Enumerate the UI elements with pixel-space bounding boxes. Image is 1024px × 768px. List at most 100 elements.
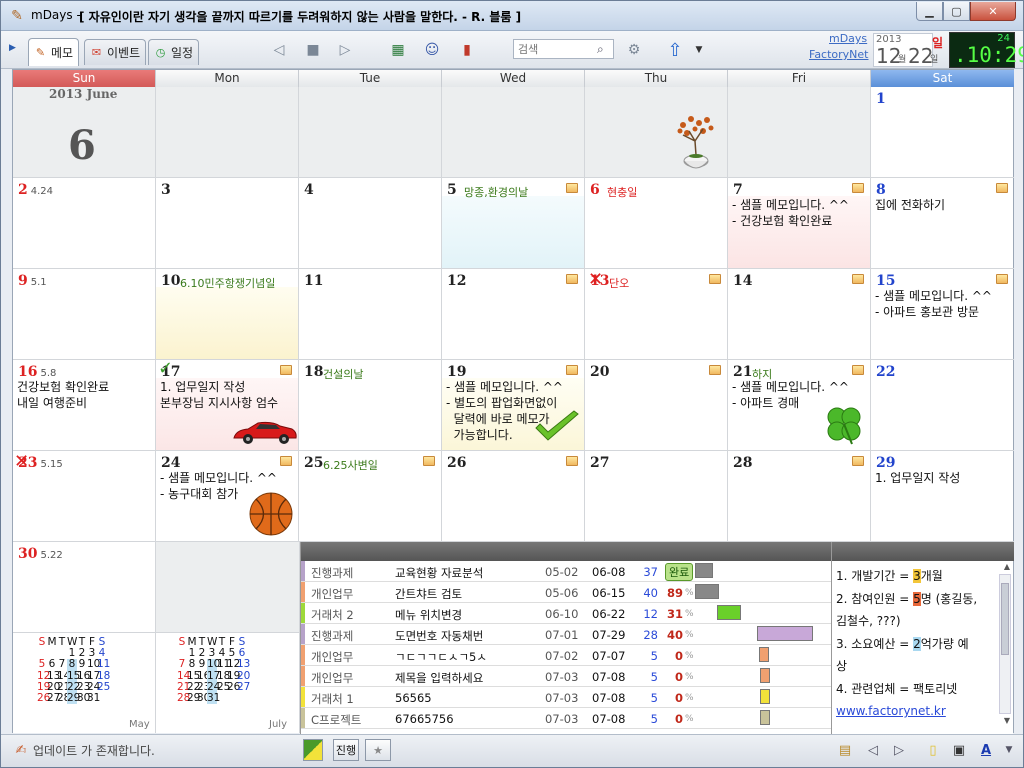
gantt-row[interactable]: 거래처 2 메뉴 위치변경 06-10 06-22 12% 31 <box>301 603 832 624</box>
day-cell[interactable]: 14 <box>728 269 871 360</box>
day-cell[interactable]: 15 - 샘플 메모입니다. ^^ - 아파트 홍보관 방문 <box>871 269 1014 360</box>
color-picker-button[interactable] <box>303 739 323 761</box>
new-note-icon[interactable]: ▯ <box>923 740 943 760</box>
mini-calendar-day[interactable]: 30 <box>197 692 210 704</box>
star-button[interactable]: ★ <box>365 739 391 761</box>
today-icon[interactable]: ■ <box>303 40 323 60</box>
tab-schedule[interactable]: ◷ 일정 <box>148 39 200 65</box>
prev-month-icon[interactable]: ◁ <box>269 40 289 60</box>
progress-filter-button[interactable]: 진행 <box>333 739 359 761</box>
day-cell[interactable]: 5 망종,환경의날 <box>442 178 585 269</box>
gantt-row[interactable]: 개인업무 간트챠트 검토 05-06 06-15 40% 89 <box>301 582 832 603</box>
day-cell[interactable]: 24 - 샘플 메모입니다. ^^ - 농구대회 참가 <box>156 451 299 542</box>
gantt-row[interactable]: 거래처 1 56565 07-03 07-08 5% 0 <box>301 687 832 708</box>
mini-calendar-day[interactable]: 29 <box>67 692 80 705</box>
chevron-down-icon[interactable]: ▼ <box>689 40 709 60</box>
day-cell[interactable]: 11 <box>299 269 442 360</box>
memo-icon[interactable] <box>566 456 578 466</box>
minimize-button[interactable]: ▁ <box>916 2 943 21</box>
mdays-link[interactable]: mDays <box>829 32 867 45</box>
gantt-timeline-bar[interactable] <box>760 710 770 725</box>
memo-icon[interactable] <box>852 183 864 193</box>
day-cell[interactable]: 10 6.10민주항쟁기념일 <box>156 269 299 360</box>
gantt-row[interactable]: C프로젝트 67665756 07-03 07-08 5% 0 <box>301 708 832 729</box>
memo-icon[interactable] <box>996 274 1008 284</box>
mini-calendar-day[interactable]: 27 <box>47 692 60 704</box>
notes-panel[interactable]: 1. 개발기간 = 3개월 2. 참여인원 = 5명 (홍길동, 김철수, ??… <box>831 542 1014 734</box>
gantt-timeline-bar[interactable] <box>695 563 713 578</box>
gantt-row[interactable]: 진행과제 교육현황 자료분석 05-02 06-08 37 완료 <box>301 561 832 582</box>
mini-calendar-day[interactable]: 10 <box>207 659 220 671</box>
mini-calendar-day[interactable]: 7 <box>57 659 67 670</box>
memo-icon[interactable] <box>852 274 864 284</box>
gantt-timeline-bar[interactable] <box>760 668 770 683</box>
mini-calendar-day[interactable]: 29 <box>187 692 200 704</box>
day-cell[interactable]: 21 하지 - 샘플 메모입니다. ^^ - 아파트 경매 <box>728 360 871 451</box>
mini-calendar-day[interactable]: 7 <box>177 659 187 670</box>
mini-calendar-day[interactable]: 26 <box>227 681 240 693</box>
search-icon[interactable]: ⌕ <box>597 42 604 57</box>
factorynet-url-link[interactable]: www.factorynet.kr <box>836 704 946 718</box>
day-cell[interactable]: 7 - 샘플 메모입니다. ^^ - 건강보험 확인완료 <box>728 178 871 269</box>
gear-icon[interactable]: ⚙ <box>624 40 644 60</box>
contacts-icon[interactable]: ☺ <box>422 40 442 60</box>
day-cell[interactable]: 16 5.8 건강보험 확인완료 내일 여행준비 <box>13 360 156 451</box>
factorynet-link[interactable]: FactoryNet <box>809 48 869 61</box>
save-icon[interactable]: ▣ <box>949 740 969 760</box>
next-note-icon[interactable]: ▷ <box>889 740 909 760</box>
day-cell[interactable]: 20 <box>585 360 728 451</box>
memo-icon[interactable] <box>566 365 578 375</box>
day-cell[interactable]: 22 <box>871 360 1014 451</box>
mini-calendar-day[interactable]: 13 <box>237 659 250 670</box>
day-cell[interactable]: 30 5.22 <box>13 542 156 633</box>
notebook-icon[interactable]: ▤ <box>835 740 855 760</box>
next-month-icon[interactable]: ▷ <box>335 40 355 60</box>
day-cell[interactable]: 12 <box>442 269 585 360</box>
day-cell[interactable]: 27 <box>585 451 728 542</box>
notes-scrollbar[interactable] <box>999 574 1011 714</box>
mini-calendar-day[interactable]: 31 <box>87 692 100 704</box>
memo-icon[interactable] <box>996 183 1008 193</box>
prev-note-icon[interactable]: ◁ <box>863 740 883 760</box>
gantt-row[interactable]: 개인업무 제목을 입력하세요 07-03 07-08 5% 0 <box>301 666 832 687</box>
memo-icon[interactable] <box>709 365 721 375</box>
day-cell[interactable]: 25 6.25사변일 <box>299 451 442 542</box>
mini-calendar-july[interactable]: SMTWTFS 1 2 3 4 5 6 7 8 9 10 11 12 13 14 15 16 17 18 19 20 2… <box>156 633 300 733</box>
day-cell[interactable]: 26 <box>442 451 585 542</box>
memo-icon[interactable] <box>423 456 435 466</box>
chevron-down-icon[interactable]: ▼ <box>999 740 1019 760</box>
scroll-up-icon[interactable]: ▲ <box>1004 562 1010 571</box>
gantt-timeline-bar[interactable] <box>760 689 770 704</box>
memo-icon[interactable] <box>709 274 721 284</box>
close-button[interactable]: ✕ <box>970 2 1016 21</box>
mini-calendar-day[interactable]: 31 <box>207 692 220 705</box>
day-cell[interactable]: 4 <box>299 178 442 269</box>
mini-calendar-day[interactable] <box>237 693 247 704</box>
memo-icon[interactable] <box>852 456 864 466</box>
mini-calendar-day[interactable]: 11 <box>217 659 230 670</box>
gantt-timeline-bar[interactable] <box>695 584 719 599</box>
day-cell[interactable]: 23 5.15 ✕ <box>13 451 156 542</box>
gantt-timeline-bar[interactable] <box>757 626 813 641</box>
gantt-timeline-bar[interactable] <box>759 647 769 662</box>
gantt-row[interactable]: 진행과제 도면번호 자동채번 07-01 07-29 28% 40 <box>301 624 832 645</box>
day-cell[interactable]: 13 ✕ 단오 <box>585 269 728 360</box>
mini-calendar-day[interactable]: 5 <box>37 659 47 670</box>
mini-calendar-day[interactable]: 27 <box>237 681 250 693</box>
mini-calendar-day[interactable]: 6 <box>47 659 57 670</box>
expand-sidebar-icon[interactable]: ▶ <box>9 43 19 55</box>
memo-icon[interactable] <box>852 365 864 375</box>
mini-calendar-day[interactable]: 8 <box>187 659 197 670</box>
day-cell[interactable]: 6 현충일 <box>585 178 728 269</box>
mini-calendar-day[interactable] <box>97 693 107 704</box>
day-cell[interactable]: 3 <box>156 178 299 269</box>
gantt-timeline-bar[interactable] <box>717 605 741 620</box>
memo-icon[interactable] <box>280 456 292 466</box>
mini-calendar-day[interactable]: 9 <box>77 659 87 670</box>
mini-calendar-day[interactable]: 30 <box>77 692 90 704</box>
tab-memo[interactable]: ✎ 메모 <box>28 38 80 66</box>
font-color-icon[interactable]: A <box>976 740 996 760</box>
mini-calendar-day[interactable]: 28 <box>57 692 70 704</box>
gantt-row[interactable]: 개인업무 ㄱㄷㄱㄱㄷㅅㄱ5ㅅ 07-02 07-07 5% 0 <box>301 645 832 666</box>
day-cell[interactable]: 28 <box>728 451 871 542</box>
